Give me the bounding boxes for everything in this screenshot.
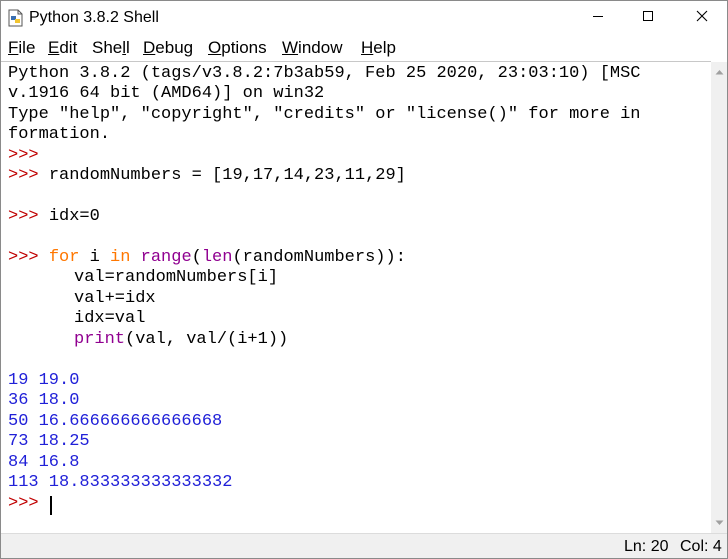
menu-file-label: ile	[18, 38, 36, 57]
menu-file-accelerator: F	[8, 38, 19, 57]
prompt: >>>	[8, 494, 39, 513]
menu-shell-label-end: l	[126, 38, 130, 57]
shell-text-area[interactable]: Python 3.8.2 (tags/v3.8.2:7b3ab59, Feb 2…	[1, 61, 711, 534]
maximize-icon	[642, 9, 654, 27]
window-title: Python 3.8.2 Shell	[29, 9, 159, 26]
code-line: val=randomNumbers[i]	[74, 268, 279, 287]
menu-debug-label: ebug	[155, 38, 194, 57]
output-line: 19 19.0	[8, 371, 80, 390]
code-text: (randomNumbers)):	[232, 248, 406, 267]
current-prompt-line: >>>	[8, 494, 39, 514]
output-line: 84 16.8	[8, 453, 80, 472]
output-line: 73 18.25	[8, 432, 90, 451]
builtin: len	[201, 248, 233, 267]
banner-line: v.1916 64 bit (AMD64)] on win32	[8, 84, 325, 103]
input-line: >>> idx=0	[8, 207, 100, 227]
banner-line: formation.	[8, 125, 111, 144]
prompt: >>>	[8, 166, 39, 185]
menu-help-label: elp	[373, 38, 396, 57]
close-icon	[696, 9, 708, 27]
menu-shell[interactable]: Shell	[92, 38, 130, 58]
code-text: idx=0	[48, 207, 100, 226]
menu-options-label: ptions	[221, 38, 267, 57]
menu-window-accelerator: W	[282, 38, 299, 57]
prompt: >>>	[8, 207, 39, 226]
scroll-up-arrow-icon[interactable]	[711, 64, 727, 80]
builtin: print	[74, 330, 126, 349]
menu-options[interactable]: Options	[208, 38, 267, 58]
keyword: for	[48, 248, 80, 267]
prompt: >>>	[8, 248, 39, 267]
code-text: (val, val/(i+1))	[125, 330, 289, 349]
minimize-icon	[592, 9, 604, 27]
builtin: range	[140, 248, 192, 267]
code-text: randomNumbers = [19,17,14,23,11,29]	[48, 166, 406, 185]
menu-bar: File Edit Shell Debug Options Window Hel…	[1, 35, 727, 61]
menu-debug[interactable]: Debug	[143, 38, 193, 58]
menu-edit[interactable]: Edit	[48, 38, 77, 58]
code-text: (	[191, 248, 202, 267]
scroll-down-arrow-icon[interactable]	[711, 515, 727, 531]
status-line-number: Ln: 20	[624, 538, 669, 555]
status-column-number: Col: 4	[680, 538, 722, 555]
menu-edit-label: dit	[59, 38, 78, 57]
minimize-button[interactable]	[571, 1, 625, 35]
prompt: >>>	[8, 146, 39, 165]
menu-shell-label-start: She	[92, 38, 123, 57]
output-line: 113 18.833333333333332	[8, 473, 233, 492]
menu-help[interactable]: Help	[361, 38, 396, 58]
banner-line: Python 3.8.2 (tags/v3.8.2:7b3ab59, Feb 2…	[8, 64, 641, 83]
code-text: i	[79, 248, 111, 267]
code-line: idx=val	[74, 309, 146, 328]
code-line: val+=idx	[74, 289, 156, 308]
vertical-scrollbar[interactable]	[711, 62, 727, 533]
menu-window[interactable]: Window	[282, 38, 342, 58]
python-document-icon	[8, 9, 24, 27]
input-line: >>> randomNumbers = [19,17,14,23,11,29]	[8, 166, 406, 186]
menu-file[interactable]: File	[8, 38, 35, 58]
banner-line: Type "help", "copyright", "credits" or "…	[8, 105, 641, 124]
output-line: 36 18.0	[8, 391, 80, 410]
status-bar: Ln: 20 Col: 4	[1, 533, 727, 558]
title-bar[interactable]: Python 3.8.2 Shell	[1, 1, 727, 35]
empty-prompt-line: >>>	[8, 146, 39, 166]
idle-shell-window: Python 3.8.2 Shell File Edit Shell Debug…	[0, 0, 728, 559]
code-line: print(val, val/(i+1))	[74, 330, 288, 350]
input-line: >>> for i in range(len(randomNumbers)):	[8, 248, 406, 268]
output-line: 50 16.666666666666668	[8, 412, 223, 431]
menu-edit-accelerator: E	[48, 38, 60, 57]
menu-window-label: indow	[298, 38, 343, 57]
menu-options-accelerator: O	[208, 38, 222, 57]
menu-debug-accelerator: D	[143, 38, 156, 57]
close-button[interactable]	[675, 1, 727, 35]
text-cursor	[50, 496, 52, 515]
keyword: in	[110, 248, 131, 267]
menu-help-accelerator: H	[361, 38, 374, 57]
maximize-button[interactable]	[621, 1, 675, 35]
